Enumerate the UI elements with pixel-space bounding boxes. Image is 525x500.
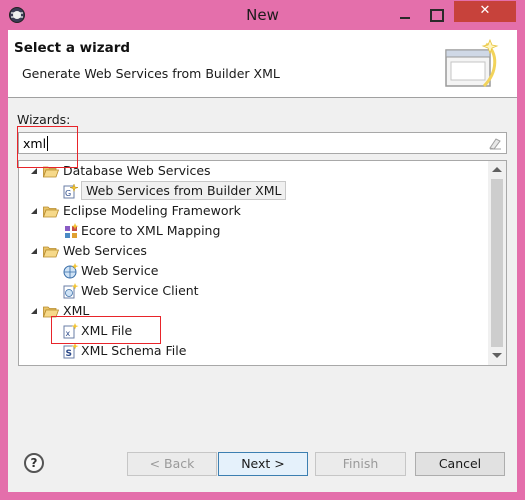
tree-label: Eclipse Modeling Framework (63, 203, 241, 218)
next-button[interactable]: Next > (218, 452, 308, 476)
tree-label: Ecore to XML Mapping (81, 223, 221, 238)
tree-folder-xml[interactable]: XML (19, 301, 489, 321)
tree-folder-database-web-services[interactable]: Database Web Services (19, 161, 489, 181)
tree-label: Web Services (63, 243, 147, 258)
cancel-button[interactable]: Cancel (415, 452, 505, 476)
xml-file-icon: x (63, 323, 79, 339)
expanded-arrow-icon[interactable] (31, 208, 37, 214)
tree-scrollbar[interactable] (488, 161, 506, 365)
scroll-up-arrow-icon[interactable] (492, 167, 502, 172)
wizard-tree[interactable]: Database Web Services G Web Services fro… (18, 160, 507, 366)
clear-filter-icon[interactable] (488, 137, 502, 150)
wizard-banner-icon (445, 38, 499, 88)
tree-label: Web Services from Builder XML (81, 181, 287, 200)
tree-folder-web-services[interactable]: Web Services (19, 241, 489, 261)
back-button[interactable]: < Back (127, 452, 217, 476)
tree-label: XML (63, 303, 90, 318)
expanded-arrow-icon[interactable] (31, 308, 37, 314)
web-service-icon (63, 263, 79, 279)
tree-label: XML File (81, 323, 133, 338)
tree-label: Web Service Client (81, 283, 199, 298)
wizard-filter-input[interactable]: xml (18, 132, 507, 154)
ecore-mapping-icon (65, 223, 79, 238)
web-services-wizard-icon: G (63, 183, 79, 199)
text-caret (47, 136, 48, 151)
help-button[interactable]: ? (24, 453, 44, 473)
maximize-button[interactable] (427, 7, 445, 23)
folder-open-icon (43, 306, 59, 318)
title-bar[interactable]: New ✕ (0, 0, 525, 30)
folder-open-icon (43, 166, 59, 178)
tree-folder-eclipse-modeling-framework[interactable]: Eclipse Modeling Framework (19, 201, 489, 221)
page-description: Generate Web Services from Builder XML (22, 66, 280, 81)
wizards-label: Wizards: (17, 112, 71, 127)
scrollbar-thumb[interactable] (491, 179, 503, 347)
close-button[interactable]: ✕ (454, 1, 516, 22)
tree-item-ecore-to-xml-mapping[interactable]: Ecore to XML Mapping (19, 221, 489, 241)
tree-item-web-services-from-builder-xml[interactable]: G Web Services from Builder XML (19, 181, 489, 201)
wizard-header: Select a wizard Generate Web Services fr… (8, 30, 517, 98)
expanded-arrow-icon[interactable] (31, 168, 37, 174)
tree-label: XML Schema File (81, 343, 187, 358)
page-title: Select a wizard (14, 40, 131, 56)
window-title: New (246, 6, 279, 24)
tree-label: Database Web Services (63, 163, 211, 178)
tree-item-xml-file[interactable]: x XML File (19, 321, 489, 341)
dialog-client-area: Select a wizard Generate Web Services fr… (8, 30, 517, 492)
xml-schema-file-icon: S (63, 343, 79, 359)
svg-text:G: G (65, 189, 71, 198)
tree-item-web-service[interactable]: Web Service (19, 261, 489, 281)
new-wizard-window: New ✕ Select a wizard Generate Web Servi… (0, 0, 525, 500)
filter-text: xml (23, 136, 47, 151)
minimize-button[interactable] (396, 7, 414, 23)
tree-item-web-service-client[interactable]: Web Service Client (19, 281, 489, 301)
finish-button[interactable]: Finish (315, 452, 406, 476)
web-service-client-icon (63, 283, 79, 299)
scroll-down-arrow-icon[interactable] (492, 353, 502, 358)
svg-text:S: S (66, 349, 72, 359)
folder-open-icon (43, 246, 59, 258)
expanded-arrow-icon[interactable] (31, 248, 37, 254)
tree-item-xml-schema-file[interactable]: S XML Schema File (19, 341, 489, 361)
tree-label: Web Service (81, 263, 159, 278)
folder-open-icon (43, 206, 59, 218)
svg-text:x: x (66, 329, 71, 338)
